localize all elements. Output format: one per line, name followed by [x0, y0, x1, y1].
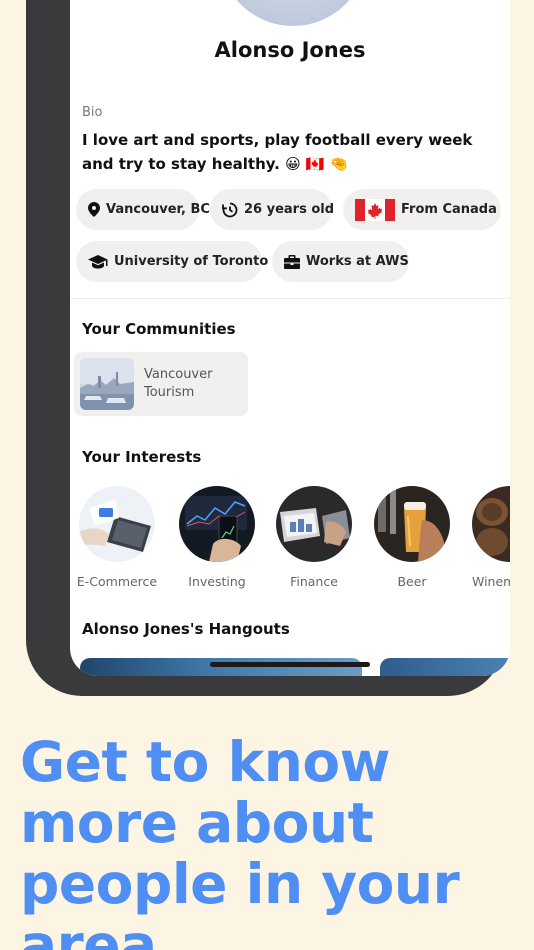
- interest-label: Finance: [290, 574, 338, 589]
- hangout-card[interactable]: [80, 658, 362, 676]
- interest-ecommerce[interactable]: E-Commerce: [70, 486, 167, 589]
- finance-image: [276, 486, 352, 562]
- chip-work[interactable]: Works at AWS: [272, 241, 409, 282]
- chip-education[interactable]: University of Toronto: [76, 241, 268, 282]
- profile-name: Alonso Jones: [214, 38, 366, 62]
- interest-beer[interactable]: Beer: [362, 486, 462, 589]
- home-indicator[interactable]: [210, 662, 370, 667]
- marketing-tagline: Get to know more about people in your ar…: [20, 730, 460, 950]
- graduation-cap-icon: [88, 254, 108, 269]
- interest-label: Investing: [188, 574, 246, 589]
- briefcase-icon: [284, 254, 300, 269]
- winemaking-image: [472, 486, 510, 562]
- hangout-card[interactable]: [380, 658, 510, 676]
- chip-education-label: University of Toronto: [114, 254, 269, 269]
- profile-screen: Alonso Jones Bio I love art and sports, …: [70, 0, 510, 676]
- communities-title: Your Communities: [82, 320, 236, 338]
- phone-frame: Alonso Jones Bio I love art and sports, …: [26, 0, 510, 696]
- location-pin-icon: [88, 202, 100, 217]
- interest-label: E-Commerce: [76, 574, 158, 589]
- section-divider: [70, 298, 510, 299]
- chip-age[interactable]: 26 years old: [210, 189, 335, 230]
- community-card[interactable]: Vancouver Tourism: [74, 352, 248, 416]
- bio-text: I love art and sports, play football eve…: [82, 131, 473, 173]
- interest-finance[interactable]: Finance: [264, 486, 364, 589]
- community-image: [80, 358, 134, 410]
- investing-image: [179, 486, 255, 562]
- beer-image: [374, 486, 450, 562]
- community-name: Vancouver Tourism: [144, 367, 213, 400]
- bio-label: Bio: [82, 105, 103, 120]
- hangouts-title: Alonso Jones's Hangouts: [82, 620, 290, 638]
- interest-winemaking[interactable]: Winem: [460, 486, 510, 589]
- chip-age-label: 26 years old: [244, 202, 335, 217]
- interest-label: Beer: [397, 574, 427, 589]
- chip-location[interactable]: Vancouver, BC: [76, 189, 210, 230]
- interests-title: Your Interests: [82, 448, 202, 466]
- chip-origin-label: From Canada: [401, 202, 497, 217]
- interest-label: Winem: [472, 574, 510, 589]
- chip-work-label: Works at AWS: [306, 254, 409, 269]
- avatar[interactable]: [219, 0, 367, 26]
- history-clock-icon: [222, 202, 238, 218]
- interest-investing[interactable]: Investing: [167, 486, 267, 589]
- canada-flag-icon: [355, 198, 395, 221]
- ecommerce-image: [79, 486, 155, 562]
- chip-origin[interactable]: From Canada: [343, 189, 501, 230]
- chip-location-label: Vancouver, BC: [106, 202, 210, 217]
